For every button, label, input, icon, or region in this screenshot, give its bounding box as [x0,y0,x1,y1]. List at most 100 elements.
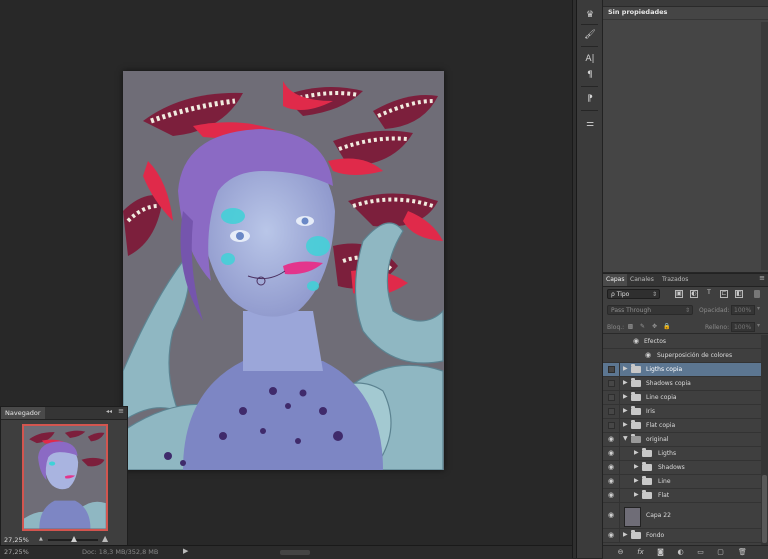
layer-effect-row[interactable]: ◉ Superposición de colores [603,349,761,363]
fill-dropdown-icon[interactable]: ▾ [757,322,760,329]
brush-preset-icon[interactable]: 🖌 [583,28,597,42]
eye-icon[interactable]: ◉ [607,436,615,443]
properties-panel: Sin propiedades [603,0,768,272]
opacity-dropdown-icon[interactable]: ▾ [757,305,760,312]
expand-arrow-icon[interactable]: ▶ [623,407,628,414]
layer-name: Fondo [646,532,665,539]
expand-arrow-icon[interactable]: ▶ [634,477,639,484]
layer-row[interactable]: ◉ ▶ Shadows [603,461,761,475]
navigator-thumbnail [24,426,106,529]
expand-arrow-icon[interactable]: ▶ [623,379,628,386]
layer-row[interactable]: ◉ ▶ Flat [603,489,761,503]
paragraph-icon[interactable]: ¶ [583,68,597,82]
tab-navigator[interactable]: Navegador [1,407,45,419]
fx-icon[interactable]: fx [636,548,645,557]
layer-effects-row[interactable]: ◉ Efectos [603,335,761,349]
visibility-toggle[interactable] [608,422,615,429]
layer-row[interactable]: ▶ Flat copia [603,419,761,433]
layer-row[interactable]: ◉ ▶ Ligths [603,447,761,461]
layer-row[interactable]: ◉ ▶ Line [603,475,761,489]
filter-adjustment-icon[interactable]: ◐ [690,290,698,298]
expand-arrow-icon[interactable]: ▶ [623,531,628,538]
tab-channels[interactable]: Canales [627,274,657,286]
horizontal-scrollbar[interactable] [280,550,310,555]
adjust-icon[interactable]: ⚌ [583,117,597,131]
divider [603,19,768,20]
visibility-toggle[interactable] [608,394,615,401]
eye-icon[interactable]: ◉ [607,512,615,519]
eye-icon[interactable]: ◉ [607,450,615,457]
eye-icon[interactable]: ◉ [607,492,615,499]
filter-type-icon[interactable]: T [705,290,713,298]
blend-mode-select[interactable]: Pass Through [607,305,693,316]
filter-shape-icon[interactable]: ⊏ [720,290,728,298]
clone-source-icon[interactable]: ⁋ [583,92,597,106]
zoom-slider-handle[interactable] [71,536,77,542]
layer-row[interactable]: ▶ Ligths copia [603,363,761,377]
tab-layers[interactable]: Capas [603,274,628,286]
new-layer-icon[interactable]: ▢ [716,548,725,557]
opacity-input[interactable]: 100% [731,305,755,315]
status-zoom[interactable]: 27,25% [4,548,29,556]
layer-name: Superposición de colores [657,352,733,359]
eye-icon[interactable]: ◉ [607,478,615,485]
filter-toggle[interactable] [754,290,760,298]
expand-arrow-icon[interactable]: ▶ [634,463,639,470]
layers-scrollbar[interactable] [761,335,768,545]
properties-scrollbar[interactable] [761,22,768,270]
layer-filter-select[interactable]: ρ Tipo [607,289,660,300]
layer-row[interactable]: ▶ Iris [603,405,761,419]
status-menu-arrow-icon[interactable]: ▶ [183,547,188,555]
expand-arrow-icon[interactable]: ▶ [623,421,628,428]
filter-pixel-icon[interactable]: ▣ [675,290,683,298]
character-icon[interactable]: A| [583,52,597,66]
artwork-canvas[interactable] [123,71,444,470]
folder-open-icon [631,434,641,443]
eye-icon[interactable]: ◉ [607,532,615,539]
expand-arrow-icon[interactable]: ▶ [634,491,639,498]
layer-row[interactable]: ▶ Shadows copia [603,377,761,391]
collapse-icon[interactable]: ◂◂ [106,408,112,415]
expand-arrow-icon[interactable]: ▶ [634,449,639,456]
panel-menu-icon[interactable]: ≡ [118,407,124,415]
collapse-arrow-icon[interactable]: ▼ [623,435,628,442]
trash-icon[interactable]: 🗑 [738,548,747,557]
lock-transparent-icon[interactable]: ▩ [627,323,634,330]
navigator-zoom-value[interactable]: 27,25% [4,536,29,544]
history-icon[interactable]: ♛ [583,8,597,22]
zoom-out-icon[interactable]: ▲ [39,536,43,542]
layer-row[interactable]: ◉ ▼ original [603,433,761,447]
layer-row[interactable]: ▶ Line copia [603,391,761,405]
expand-arrow-icon[interactable]: ▶ [623,365,628,372]
visibility-toggle[interactable] [608,380,615,387]
filter-smart-icon[interactable]: ◧ [735,290,743,298]
eye-icon[interactable]: ◉ [607,464,615,471]
layer-name: Line [658,478,671,485]
mask-icon[interactable]: ◙ [656,548,665,557]
layer-name: original [646,436,669,443]
visibility-toggle[interactable] [608,366,615,373]
tab-paths[interactable]: Trazados [659,274,691,286]
eye-icon[interactable]: ◉ [632,338,640,345]
expand-arrow-icon[interactable]: ▶ [623,393,628,400]
lock-image-icon[interactable]: ✎ [639,323,646,330]
layers-scrollbar-thumb[interactable] [762,475,767,543]
folder-icon [631,530,641,539]
layer-row[interactable]: ◉ ▶ Fondo [603,529,761,543]
folder-icon [631,420,641,429]
fill-input[interactable]: 100% [731,322,755,332]
navigator-view-box[interactable] [22,424,108,531]
divider [619,433,620,447]
lock-all-icon[interactable]: 🔒 [663,323,670,330]
layers-panel: Capas Canales Trazados ≡ ρ Tipo ▣ ◐ T ⊏ … [603,273,768,559]
link-icon[interactable]: ⊖ [616,548,625,557]
zoom-in-icon[interactable]: ▲ [102,534,108,543]
lock-position-icon[interactable]: ✥ [651,323,658,330]
panel-menu-icon[interactable]: ≡ [759,274,765,282]
layer-name: Capa 22 [646,512,671,519]
adjustment-icon[interactable]: ◐ [676,548,685,557]
eye-icon[interactable]: ◉ [644,352,652,359]
visibility-toggle[interactable] [608,408,615,415]
new-group-icon[interactable]: ▭ [696,548,705,557]
layer-row[interactable]: ◉ Capa 22 [603,503,761,529]
